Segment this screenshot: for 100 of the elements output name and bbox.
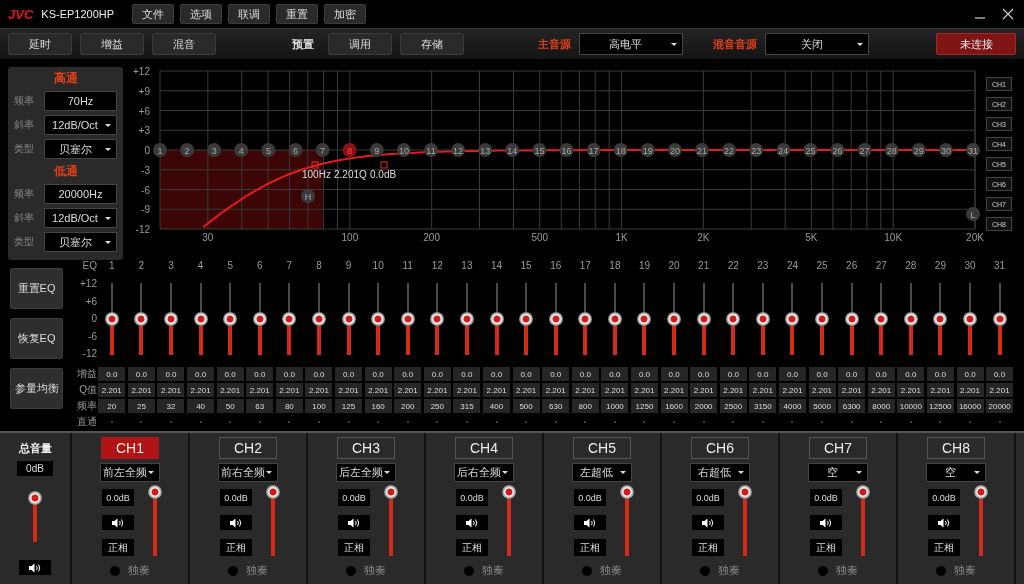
band-node[interactable]: 17 — [586, 143, 601, 157]
gain-value[interactable]: 0.0 — [187, 367, 215, 381]
slider-knob[interactable] — [992, 312, 1007, 326]
slider-knob[interactable] — [963, 312, 977, 326]
q-value[interactable]: 2.201 — [127, 383, 155, 397]
slider-knob[interactable] — [223, 312, 238, 326]
gain-value[interactable]: 0.0 — [483, 367, 510, 381]
band-node[interactable]: 20 — [667, 143, 682, 157]
slider-knob[interactable] — [548, 312, 563, 326]
gain-value[interactable]: 0.0 — [867, 367, 895, 381]
menu-button[interactable]: 联调 — [228, 4, 271, 24]
slider-knob[interactable] — [607, 312, 622, 326]
solo-radio[interactable] — [110, 565, 120, 576]
channel-tab[interactable]: CH6 — [691, 437, 749, 459]
q-value[interactable]: 2.201 — [187, 383, 215, 397]
mute-button[interactable] — [19, 560, 51, 575]
eq-button[interactable]: 恢复EQ — [10, 318, 63, 359]
frequency-value[interactable]: 8000 — [867, 399, 895, 413]
q-value[interactable]: 2.201 — [216, 383, 244, 397]
gain-value[interactable]: 0.0 — [660, 367, 688, 381]
band-node[interactable]: 9 — [369, 143, 384, 157]
frequency-value[interactable]: 2500 — [719, 399, 747, 413]
q-value[interactable]: 2.201 — [453, 383, 481, 397]
gain-value[interactable]: 0.0 — [690, 367, 718, 381]
frequency-value[interactable]: 50 — [216, 399, 244, 413]
frequency-value[interactable]: 20000 — [986, 399, 1014, 413]
frequency-value[interactable]: 800 — [571, 399, 599, 413]
band-node[interactable]: 23 — [749, 143, 764, 157]
q-value[interactable]: 2.201 — [601, 383, 629, 397]
q-value[interactable]: 2.201 — [719, 383, 747, 397]
frequency-value[interactable]: 400 — [483, 399, 510, 413]
channel-gain-value[interactable]: 0.0dB — [338, 489, 370, 506]
slider-knob[interactable] — [874, 312, 889, 326]
slider-knob[interactable] — [903, 312, 918, 326]
slider-knob[interactable] — [815, 312, 830, 326]
slider-knob[interactable] — [252, 312, 267, 326]
gain-value[interactable]: 0.0 — [127, 367, 155, 381]
gain-value[interactable]: 0.0 — [246, 367, 274, 381]
mute-button[interactable] — [456, 515, 488, 530]
q-value[interactable]: 2.201 — [423, 383, 451, 397]
band-node[interactable]: 7 — [315, 143, 330, 157]
q-value[interactable]: 2.201 — [335, 383, 363, 397]
slider-knob[interactable] — [637, 312, 652, 326]
band-node[interactable]: 31 — [966, 143, 980, 157]
slider-knob[interactable] — [371, 312, 386, 326]
solo-radio[interactable] — [464, 565, 474, 576]
slider-knob[interactable] — [193, 312, 208, 326]
q-value[interactable]: 2.201 — [98, 383, 126, 397]
gain-value[interactable]: 0.0 — [335, 367, 363, 381]
handle-square-icon[interactable] — [311, 161, 319, 169]
band-node[interactable]: 27 — [857, 143, 872, 157]
channel-tab[interactable]: CH2 — [219, 437, 277, 459]
gain-value[interactable]: 0.0 — [453, 367, 481, 381]
band-node[interactable]: 30 — [938, 143, 953, 157]
q-value[interactable]: 2.201 — [483, 383, 510, 397]
channel-tab[interactable]: CH5 — [573, 437, 631, 459]
gain-value[interactable]: 0.0 — [157, 367, 185, 381]
q-value[interactable]: 2.201 — [808, 383, 836, 397]
gain-value[interactable]: 0.0 — [364, 367, 392, 381]
mute-button[interactable] — [810, 515, 842, 530]
q-value[interactable]: 2.201 — [956, 383, 984, 397]
handle-square-icon[interactable] — [380, 161, 388, 169]
mute-button[interactable] — [574, 515, 606, 530]
phase-button[interactable]: 正相 — [220, 539, 252, 556]
mute-button[interactable] — [220, 515, 252, 530]
eq-button[interactable]: 参量均衡 — [10, 368, 63, 409]
channel-gain-value[interactable]: 0.0dB — [102, 489, 134, 506]
gain-value[interactable]: 0.0 — [571, 367, 599, 381]
slider-knob[interactable] — [620, 485, 634, 499]
output-select[interactable]: 右超低 — [690, 463, 750, 482]
gain-value[interactable]: 0.0 — [719, 367, 747, 381]
phase-button[interactable]: 正相 — [810, 539, 842, 556]
mute-button[interactable] — [338, 515, 370, 530]
solo-radio[interactable] — [346, 565, 356, 576]
phase-button[interactable]: 正相 — [692, 539, 724, 556]
slider-knob[interactable] — [502, 485, 516, 499]
band-node[interactable]: 22 — [722, 143, 737, 157]
frequency-value[interactable]: 63 — [246, 399, 274, 413]
q-value[interactable]: 2.201 — [512, 383, 540, 397]
band-node[interactable]: 15 — [532, 143, 547, 157]
high-pass-handle[interactable]: H — [301, 189, 315, 203]
q-value[interactable]: 2.201 — [631, 383, 658, 397]
gain-value[interactable]: 0.0 — [394, 367, 422, 381]
toolbar-button[interactable]: 延时 — [8, 33, 72, 55]
band-node[interactable]: 26 — [830, 143, 845, 157]
preset-button[interactable]: 存储 — [400, 33, 464, 55]
phase-button[interactable]: 正相 — [928, 539, 960, 556]
frequency-value[interactable]: 2000 — [690, 399, 718, 413]
frequency-value[interactable]: 20 — [98, 399, 126, 413]
frequency-value[interactable]: 32 — [157, 399, 185, 413]
slider-knob[interactable] — [489, 312, 504, 326]
slider-knob[interactable] — [341, 312, 356, 326]
frequency-value[interactable]: 125 — [335, 399, 363, 413]
slider-knob[interactable] — [667, 312, 682, 326]
band-node[interactable]: 1 — [153, 143, 167, 157]
channel-tab[interactable]: CH7 — [809, 437, 867, 459]
band-node[interactable]: 2 — [180, 143, 195, 157]
band-node[interactable]: 5 — [261, 143, 276, 157]
slider-knob[interactable] — [738, 485, 752, 499]
master-volume-value[interactable]: 0dB — [17, 461, 53, 476]
